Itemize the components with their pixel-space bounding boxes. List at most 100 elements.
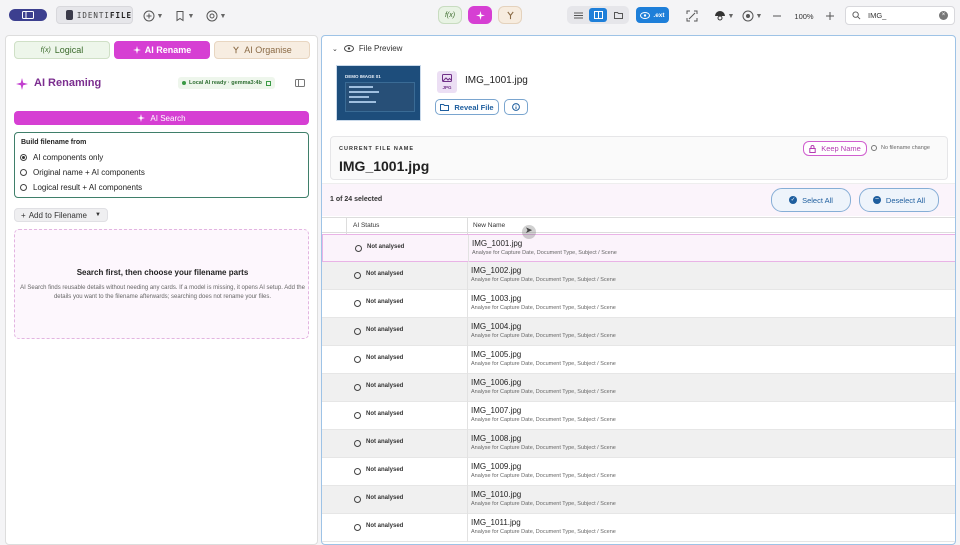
column-header-status[interactable]: AI Status	[353, 222, 379, 229]
new-name-cell[interactable]: IMG_1008.jpg	[471, 434, 521, 443]
status-circle-icon	[354, 440, 361, 447]
format-menu-button[interactable]: ▼	[204, 7, 228, 25]
status-circle-icon	[354, 272, 361, 279]
scan-button[interactable]	[684, 7, 700, 25]
tab-logical[interactable]: f(x) Logical	[14, 41, 110, 59]
radio-unselected[interactable]	[20, 169, 27, 176]
search-icon	[852, 11, 861, 20]
table-row[interactable]: Not analysed IMG_1002.jpg Analyse for Capt…	[322, 262, 955, 290]
table-row[interactable]: Not analysed IMG_1011.jpg Analyse for Capt…	[322, 514, 955, 542]
new-name-cell[interactable]: IMG_1010.jpg	[471, 490, 521, 499]
settings-icon	[742, 10, 754, 22]
folder-icon	[614, 12, 623, 19]
ai-search-button[interactable]: AI Search	[14, 111, 309, 125]
keep-name-button[interactable]: Keep Name	[803, 141, 867, 156]
option-ai-only[interactable]: AI components only	[20, 153, 103, 162]
new-name-cell[interactable]: IMG_1004.jpg	[471, 322, 521, 331]
deselect-all-button[interactable]: − Deselect All	[859, 188, 939, 212]
app-name-left: IDENTI	[76, 10, 110, 20]
search-input[interactable]: IMG_	[868, 11, 886, 20]
sidebar-toggle-button[interactable]	[9, 9, 47, 21]
select-all-label: Select All	[802, 195, 833, 205]
option-logical-plus-ai[interactable]: Logical result + AI components	[20, 183, 142, 192]
zoom-out-button[interactable]	[771, 7, 783, 25]
info-icon	[871, 145, 877, 151]
analysis-hint: Analyse for Capture Date, Document Type,…	[471, 277, 616, 283]
option-original-plus-ai[interactable]: Original name + AI components	[20, 168, 145, 177]
table-row[interactable]: Not analysed IMG_1004.jpg Analyse for Capt…	[322, 318, 955, 346]
radio-selected[interactable]	[20, 154, 27, 161]
function-icon: f(x)	[444, 11, 456, 19]
chevron-down-icon: ▼	[156, 12, 164, 20]
scan-icon	[686, 10, 698, 22]
ai-status-badge: Local AI ready · gemma3:4b	[178, 77, 275, 89]
new-name-cell[interactable]: IMG_1001.jpg	[472, 239, 522, 248]
no-change-status: No filename change	[871, 145, 930, 151]
column-header-new-name[interactable]: New Name	[473, 222, 505, 229]
table-row[interactable]: Not analysed IMG_1009.jpg Analyse for Capt…	[322, 458, 955, 486]
settings-menu-button[interactable]: ▼	[741, 7, 763, 25]
new-name-cell[interactable]: IMG_1007.jpg	[471, 406, 521, 415]
file-thumbnail[interactable]: DEMO IMAGE 01	[336, 65, 421, 121]
new-name-cell[interactable]: IMG_1006.jpg	[471, 378, 521, 387]
radio-unselected[interactable]	[20, 184, 27, 191]
sparkle-icon	[475, 10, 485, 20]
ai-status-cell: Not analysed	[366, 523, 404, 529]
status-circle-icon	[354, 412, 361, 419]
ai-status-cell: Not analysed	[366, 355, 404, 361]
table-row[interactable]: Not analysed IMG_1008.jpg Analyse for Capt…	[322, 430, 955, 458]
ai-status-cell: Not analysed	[366, 383, 404, 389]
table-row[interactable]: Not analysed IMG_1006.jpg Analyse for Capt…	[322, 374, 955, 402]
column-divider	[467, 402, 468, 430]
table-row[interactable]: Not analysed IMG_1005.jpg Analyse for Capt…	[322, 346, 955, 374]
clear-icon[interactable]: ×	[939, 11, 948, 20]
zoom-in-button[interactable]	[824, 7, 836, 25]
extension-toggle-button[interactable]: .ext	[636, 7, 669, 23]
list-view-button[interactable]	[570, 8, 587, 22]
table-row[interactable]: Not analysed IMG_1003.jpg Analyse for Capt…	[322, 290, 955, 318]
add-to-filename-button[interactable]: + Add to Filename ▼	[14, 208, 108, 222]
file-info-button[interactable]	[504, 99, 528, 115]
status-circle-icon	[354, 384, 361, 391]
bookmark-menu-button[interactable]: ▼	[173, 7, 195, 25]
info-icon	[512, 103, 520, 111]
tab-ai-rename[interactable]: AI Rename	[114, 41, 210, 59]
status-dot-icon	[182, 81, 186, 85]
analysis-hint: Analyse for Capture Date, Document Type,…	[471, 333, 616, 339]
logical-mode-button[interactable]: f(x)	[438, 6, 462, 24]
extension-label: .ext	[653, 11, 665, 19]
tab-ai-organise[interactable]: AI Organise	[214, 41, 310, 59]
table-row[interactable]: Not analysed IMG_1010.jpg Analyse for Capt…	[322, 486, 955, 514]
select-all-button[interactable]: ✓ Select All	[771, 188, 851, 212]
new-name-cell[interactable]: IMG_1002.jpg	[471, 266, 521, 275]
column-divider	[467, 262, 468, 290]
ai-status-cell: Not analysed	[367, 244, 405, 250]
status-circle-icon	[354, 496, 361, 503]
sparkle-icon	[16, 78, 28, 90]
new-name-cell[interactable]: IMG_1011.jpg	[471, 518, 521, 527]
new-name-cell[interactable]: IMG_1009.jpg	[471, 462, 521, 471]
new-name-cell[interactable]: IMG_1003.jpg	[471, 294, 521, 303]
build-heading: Build filename from	[21, 139, 87, 146]
collapse-panel-button[interactable]	[293, 77, 307, 89]
option-label: Logical result + AI components	[33, 183, 143, 192]
split-view-button[interactable]	[589, 8, 607, 22]
header-checkbox-column	[346, 218, 347, 234]
ai-organise-mode-button[interactable]	[498, 6, 522, 24]
merge-icon	[233, 46, 240, 54]
column-divider	[467, 486, 468, 514]
preview-header[interactable]: ⌄ File Preview	[332, 44, 402, 53]
thumbnail-content	[345, 82, 415, 112]
add-menu-button[interactable]: ▼	[142, 7, 164, 25]
folder-view-button[interactable]	[610, 8, 627, 22]
table-row[interactable]: Not analysed IMG_1007.jpg Analyse for Capt…	[322, 402, 955, 430]
status-circle-icon	[354, 356, 361, 363]
ai-rename-mode-button[interactable]	[468, 6, 492, 24]
chevron-down-icon: ▼	[94, 212, 101, 218]
table-row[interactable]: Not analysed IMG_1001.jpg Analyse for Capt…	[322, 234, 955, 263]
ai-menu-button[interactable]: ▼	[713, 7, 735, 25]
table-header: AI Status New Name	[322, 217, 955, 234]
analysis-hint: Analyse for Capture Date, Document Type,…	[472, 250, 617, 256]
new-name-cell[interactable]: IMG_1005.jpg	[471, 350, 521, 359]
reveal-file-button[interactable]: Reveal File	[435, 99, 499, 115]
